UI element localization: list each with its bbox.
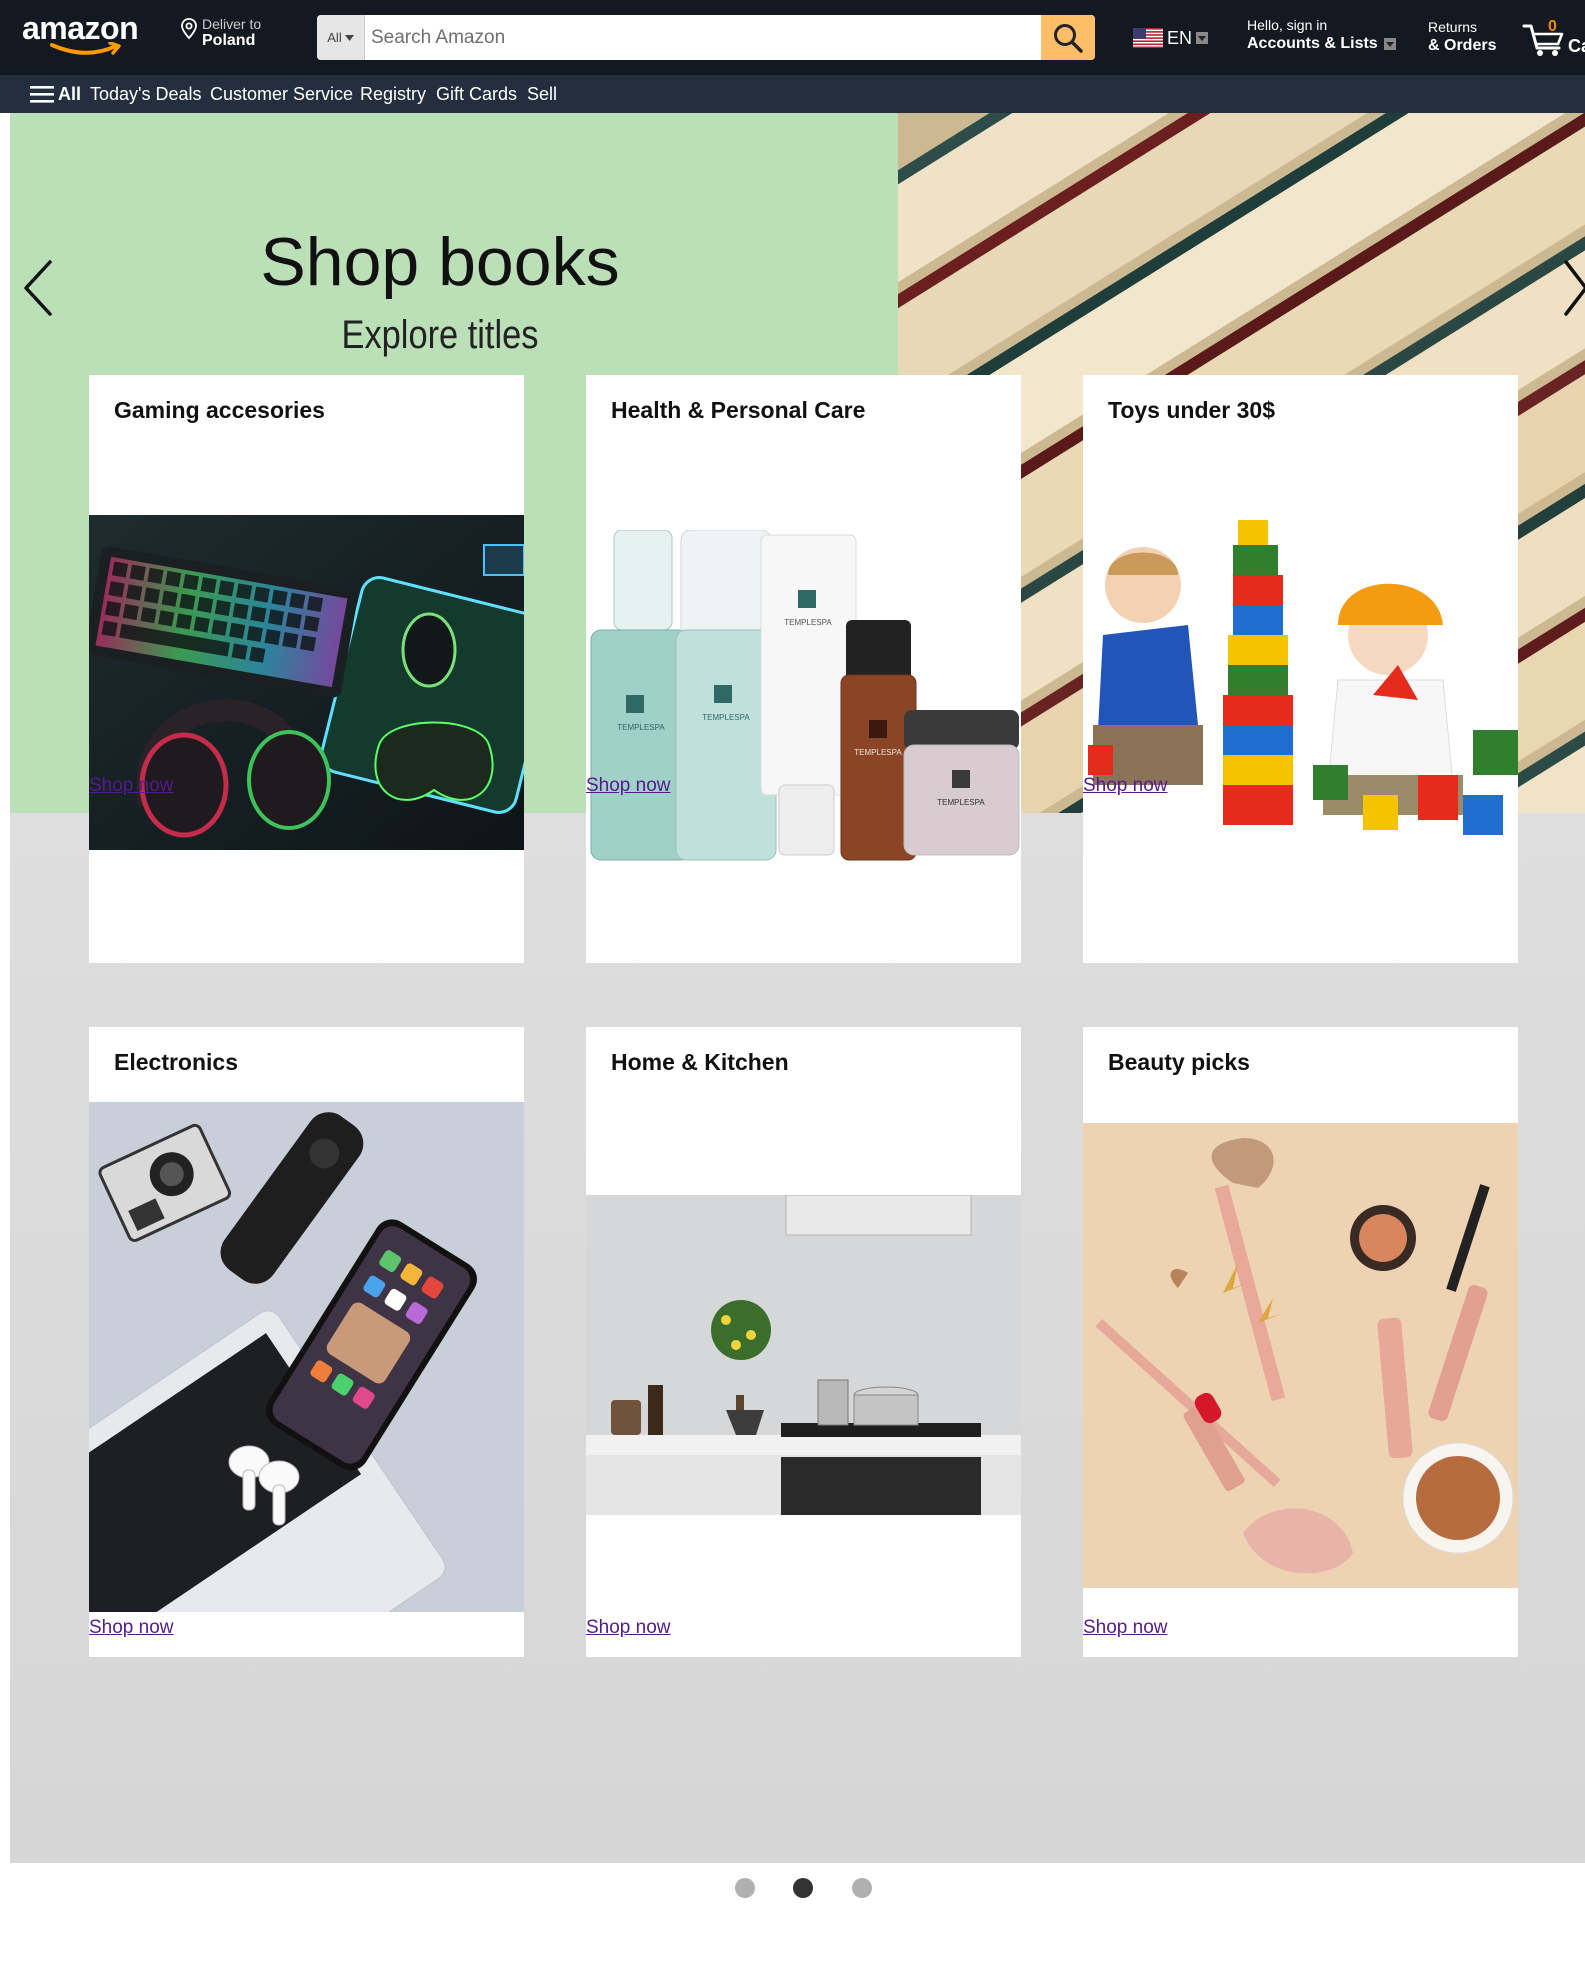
nav-all-label: All bbox=[58, 83, 82, 104]
health-products-image[interactable]: TEMPLESPA TEMPLESPA TEMPLESPA TEMPLESPA … bbox=[586, 530, 1021, 875]
search-category-dropdown[interactable]: All bbox=[317, 15, 365, 60]
product-brand-label: TEMPLESPA bbox=[854, 748, 902, 757]
category-card-health: Health & Personal Care TEMPLESPA TEMPLES… bbox=[586, 375, 1021, 963]
kitchen-image[interactable] bbox=[586, 1195, 1021, 1515]
card-title: Toys under 30$ bbox=[1108, 397, 1276, 423]
shop-now-link[interactable]: Shop now bbox=[586, 775, 671, 797]
language-caret-icon bbox=[1196, 32, 1209, 44]
electronics-image[interactable] bbox=[89, 1102, 524, 1612]
top-header: amazon Deliver to Poland All Search Amaz… bbox=[0, 0, 1585, 75]
toys-image[interactable] bbox=[1083, 475, 1518, 865]
card-title: Home & Kitchen bbox=[611, 1049, 789, 1075]
search-input[interactable] bbox=[367, 15, 1042, 60]
product-brand-label: TEMPLESPA bbox=[784, 618, 832, 627]
product-brand-label: TEMPLESPA bbox=[937, 798, 985, 807]
category-card-gaming: Gaming accesories Shop now bbox=[89, 375, 524, 963]
gaming-accessories-image[interactable] bbox=[89, 515, 524, 850]
search-category-label: All bbox=[327, 30, 342, 45]
account-label: Accounts & Lists bbox=[1247, 35, 1378, 52]
search-icon bbox=[1054, 23, 1083, 53]
card-title: Beauty picks bbox=[1108, 1049, 1250, 1075]
account-greeting: Hello, sign in bbox=[1247, 17, 1328, 33]
logo-smile-icon bbox=[50, 42, 121, 55]
shop-now-link[interactable]: Shop now bbox=[1083, 1617, 1168, 1639]
hero-carousel: Shop books Explore titles Gaming accesor… bbox=[10, 113, 1585, 1863]
cart-button[interactable]: 0 Cart bbox=[1522, 16, 1585, 60]
nav-gift-cards[interactable]: Gift Cards bbox=[436, 75, 517, 113]
nav-registry[interactable]: Registry bbox=[360, 75, 426, 113]
carousel-next-arrow-icon[interactable] bbox=[1560, 258, 1585, 318]
cart-label: Cart bbox=[1568, 36, 1585, 56]
returns-orders-link[interactable]: Returns & Orders bbox=[1428, 19, 1496, 55]
location-pin-icon bbox=[181, 18, 197, 40]
nav-todays-deals[interactable]: Today's Deals bbox=[90, 75, 202, 113]
category-card-beauty: Beauty picks Shop now bbox=[1083, 1027, 1518, 1657]
carousel-indicators bbox=[0, 1870, 1585, 1900]
nav-sell[interactable]: Sell bbox=[527, 75, 557, 113]
category-card-electronics: Electronics Shop now bbox=[89, 1027, 524, 1657]
category-card-home-kitchen: Home & Kitchen Shop now bbox=[586, 1027, 1021, 1657]
language-selector[interactable]: EN bbox=[1133, 24, 1209, 52]
account-menu[interactable]: Hello, sign in Accounts & Lists bbox=[1247, 17, 1396, 53]
beauty-products-image[interactable] bbox=[1083, 1123, 1518, 1588]
amazon-logo[interactable]: amazon bbox=[22, 8, 152, 58]
hero-title: Shop books bbox=[260, 224, 620, 300]
card-title: Gaming accesories bbox=[114, 397, 325, 423]
caret-down-icon bbox=[344, 34, 354, 41]
hero-subtitle: Explore titles bbox=[341, 313, 539, 357]
cart-count: 0 bbox=[1548, 18, 1557, 35]
deliver-to-selector[interactable]: Deliver to Poland bbox=[180, 16, 280, 56]
nav-all-menu[interactable]: All bbox=[30, 75, 81, 113]
secondary-nav: All Today's Deals Customer Service Regis… bbox=[0, 75, 1585, 113]
nav-customer-service[interactable]: Customer Service bbox=[210, 75, 353, 113]
shop-now-link[interactable]: Shop now bbox=[89, 1617, 174, 1639]
deliver-to-label: Deliver to bbox=[202, 16, 262, 32]
card-title: Electronics bbox=[114, 1049, 238, 1075]
category-card-toys: Toys under 30$ Shop now bbox=[1083, 375, 1518, 963]
carousel-dot-3[interactable] bbox=[852, 1878, 872, 1898]
shop-now-link[interactable]: Shop now bbox=[89, 775, 174, 797]
cart-icon bbox=[1522, 24, 1564, 56]
product-brand-label: TEMPLESPA bbox=[617, 723, 665, 732]
deliver-to-location: Poland bbox=[202, 32, 256, 49]
returns-label: Returns bbox=[1428, 19, 1478, 35]
search-bar: All bbox=[317, 15, 1095, 60]
orders-label: & Orders bbox=[1428, 37, 1497, 54]
product-brand-label: TEMPLESPA bbox=[702, 713, 750, 722]
shop-now-link[interactable]: Shop now bbox=[586, 1617, 671, 1639]
shop-now-link[interactable]: Shop now bbox=[1083, 775, 1168, 797]
account-caret-icon bbox=[1383, 38, 1396, 50]
carousel-dot-2[interactable] bbox=[793, 1878, 813, 1898]
search-button[interactable] bbox=[1041, 15, 1095, 60]
hamburger-menu-icon bbox=[30, 86, 54, 103]
card-title: Health & Personal Care bbox=[611, 397, 866, 423]
us-flag-icon bbox=[1133, 28, 1163, 48]
carousel-prev-arrow-icon[interactable] bbox=[20, 258, 56, 318]
language-label: EN bbox=[1167, 27, 1193, 48]
carousel-dot-1[interactable] bbox=[735, 1878, 755, 1898]
